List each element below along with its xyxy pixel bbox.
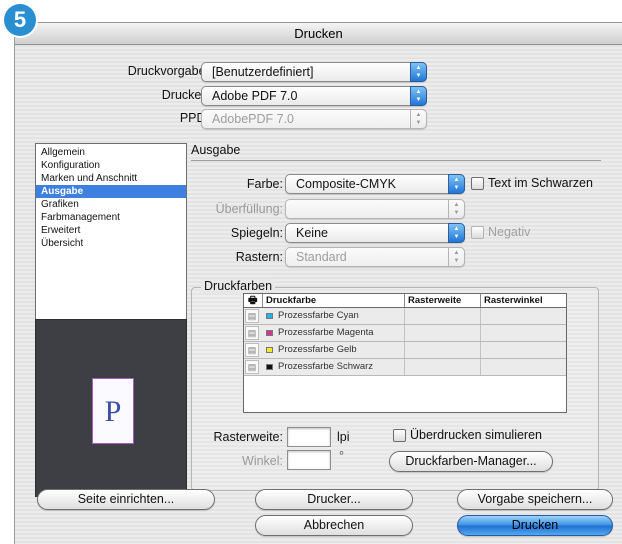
category-item-erweitert[interactable]: Erweitert — [36, 224, 186, 237]
column-rasterwinkel[interactable]: Rasterwinkel — [480, 294, 566, 307]
category-item-grafiken[interactable]: Grafiken — [36, 198, 186, 211]
cell-divider — [480, 342, 481, 358]
category-item-marken-und-anschnitt[interactable]: Marken und Anschnitt — [36, 172, 186, 185]
rastern-label: Rastern: — [235, 250, 283, 264]
text-im-schwarzen-checkbox[interactable] — [471, 177, 484, 190]
category-item-ausgabe[interactable]: Ausgabe — [36, 185, 186, 198]
category-list: Allgemein Konfiguration Marken und Ansch… — [35, 143, 187, 325]
print-toggle-icon[interactable]: ▤ — [245, 360, 259, 374]
rasterweite-field[interactable] — [287, 427, 331, 447]
drucken-button[interactable]: Drucken — [457, 515, 613, 536]
ink-name: Prozessfarbe Magenta — [278, 327, 374, 338]
popup-arrows-icon: ▲ ▼ — [410, 86, 427, 106]
text-im-schwarzen-label: Text im Schwarzen — [488, 176, 593, 190]
printer-icon: 🖶 — [248, 295, 258, 306]
druckfarben-title: Druckfarben — [201, 279, 276, 293]
page-preview: P — [35, 319, 187, 497]
ppd-popup[interactable]: AdobePDF 7.0 ▲ ▼ — [201, 109, 427, 129]
ink-name: Prozessfarbe Cyan — [278, 310, 359, 321]
cell-divider — [480, 325, 481, 341]
drucker-label: Drucker: — [161, 88, 209, 102]
rasterweite-unit: lpi — [337, 430, 350, 444]
ink-row-schwarz[interactable]: ▤ Prozessfarbe Schwarz — [244, 359, 566, 376]
swatch-schwarz — [266, 364, 273, 370]
ink-table: 🖶 Druckfarbe Rasterweite Rasterwinkel ▤ … — [243, 293, 567, 413]
winkel-label: Winkel: — [242, 454, 283, 468]
farbe-popup[interactable]: Composite-CMYK ▲ ▼ — [285, 174, 465, 194]
ink-name: Prozessfarbe Gelb — [278, 344, 357, 355]
popup-arrows-icon: ▲ ▼ — [410, 62, 427, 82]
ueberdrucken-checkbox[interactable] — [393, 429, 406, 442]
category-item-uebersicht[interactable]: Übersicht — [36, 237, 186, 250]
winkel-field[interactable] — [287, 450, 331, 470]
seite-einrichten-button[interactable]: Seite einrichten... — [37, 489, 215, 510]
spiegeln-label: Spiegeln: — [230, 226, 283, 240]
rasterweite-label: Rasterweite: — [213, 430, 283, 444]
drucker-button[interactable]: Drucker... — [255, 489, 413, 510]
print-toggle-icon[interactable]: ▤ — [245, 309, 259, 323]
print-toggle-icon[interactable]: ▤ — [245, 343, 259, 357]
cell-divider — [480, 308, 481, 324]
cell-divider — [404, 325, 405, 341]
vorgabe-speichern-button[interactable]: Vorgabe speichern... — [457, 489, 613, 510]
category-item-konfiguration[interactable]: Konfiguration — [36, 159, 186, 172]
swatch-gelb — [266, 347, 273, 353]
ueberfuellung-label: Überfüllung: — [215, 202, 283, 216]
category-item-farbmanagement[interactable]: Farbmanagement — [36, 211, 186, 224]
category-item-allgemein[interactable]: Allgemein — [36, 146, 186, 159]
ink-table-header: 🖶 Druckfarbe Rasterweite Rasterwinkel — [244, 294, 566, 308]
column-rasterweite[interactable]: Rasterweite — [404, 294, 480, 307]
column-druckfarbe[interactable]: Druckfarbe — [262, 294, 404, 307]
winkel-unit: ° — [339, 449, 344, 463]
print-toggle-icon[interactable]: ▤ — [245, 326, 259, 340]
abbrechen-button[interactable]: Abbrechen — [255, 515, 413, 536]
rastern-value: Standard — [296, 250, 347, 264]
druckvorgabe-value: [Benutzerdefiniert] — [212, 65, 314, 79]
window-title: Drucken — [15, 23, 622, 45]
popup-arrows-icon: ▲ ▼ — [448, 223, 465, 243]
farbe-value: Composite-CMYK — [296, 177, 397, 191]
ppd-value: AdobePDF 7.0 — [212, 112, 294, 126]
ausgabe-separator — [191, 160, 601, 161]
negativ-label: Negativ — [488, 225, 531, 239]
swatch-cyan — [266, 313, 273, 319]
drucker-value: Adobe PDF 7.0 — [212, 89, 298, 103]
ink-row-gelb[interactable]: ▤ Prozessfarbe Gelb — [244, 342, 566, 359]
druckfarben-manager-button[interactable]: Druckfarben-Manager... — [389, 451, 553, 472]
ink-row-cyan[interactable]: ▤ Prozessfarbe Cyan — [244, 308, 566, 325]
cell-divider — [404, 359, 405, 375]
rastern-popup[interactable]: Standard ▲ ▼ — [285, 247, 465, 267]
ink-row-magenta[interactable]: ▤ Prozessfarbe Magenta — [244, 325, 566, 342]
popup-arrows-icon: ▲ ▼ — [448, 174, 465, 194]
step-number-badge: 5 — [4, 4, 36, 36]
print-dialog: Drucken Druckvorgabe: [Benutzerdefiniert… — [14, 22, 622, 544]
ueberfuellung-popup[interactable]: ▲ ▼ — [285, 199, 465, 219]
drucker-popup[interactable]: Adobe PDF 7.0 ▲ ▼ — [201, 86, 427, 106]
cell-divider — [404, 308, 405, 324]
ausgabe-title: Ausgabe — [191, 143, 241, 157]
cell-divider — [480, 359, 481, 375]
popup-arrows-icon: ▲ ▼ — [448, 199, 465, 219]
swatch-magenta — [266, 330, 273, 336]
cell-divider — [404, 342, 405, 358]
druckvorgabe-label: Druckvorgabe: — [127, 64, 209, 78]
ueberdrucken-label: Überdrucken simulieren — [410, 428, 543, 442]
farbe-label: Farbe: — [246, 177, 283, 191]
spiegeln-value: Keine — [296, 226, 328, 240]
ppd-label: PPD: — [179, 111, 209, 125]
negativ-checkbox[interactable] — [471, 226, 484, 239]
popup-arrows-icon: ▲ ▼ — [410, 109, 427, 129]
preview-page-glyph: P — [92, 378, 134, 444]
spiegeln-popup[interactable]: Keine ▲ ▼ — [285, 223, 465, 243]
popup-arrows-icon: ▲ ▼ — [448, 247, 465, 267]
druckvorgabe-popup[interactable]: [Benutzerdefiniert] ▲ ▼ — [201, 62, 427, 82]
ink-name: Prozessfarbe Schwarz — [278, 361, 374, 372]
